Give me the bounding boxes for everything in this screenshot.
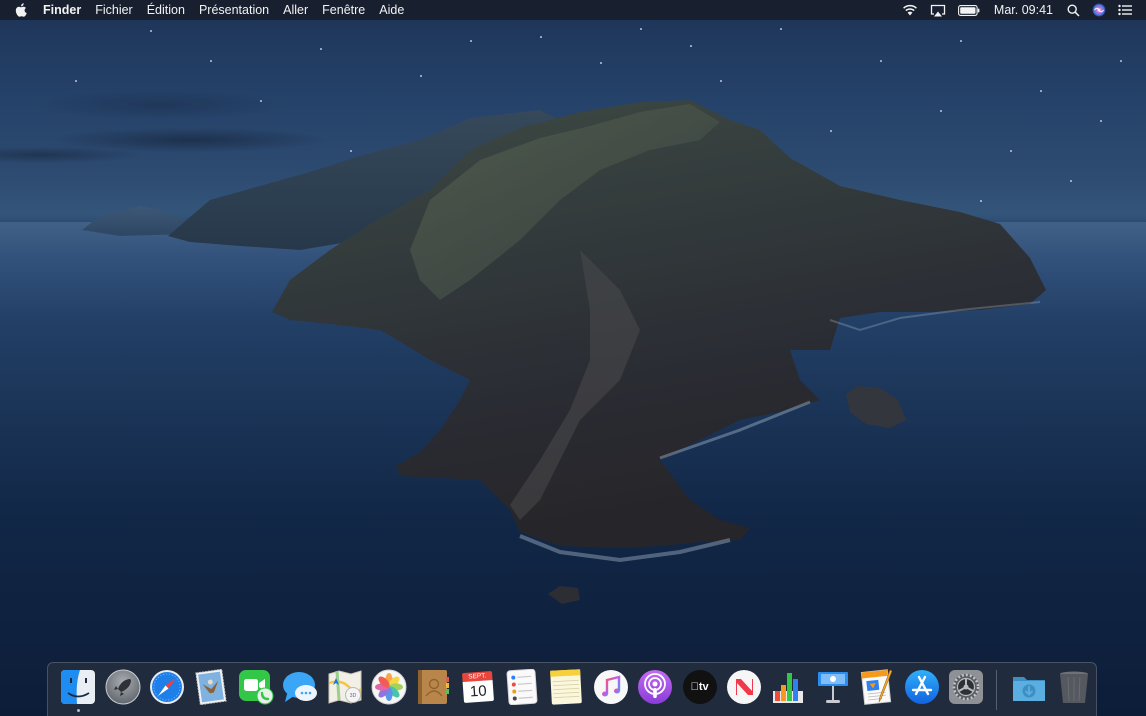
menu-bar-left: Finder Fichier Édition Présentation Alle… (0, 0, 411, 20)
dock-item-news[interactable] (722, 663, 766, 713)
app-store-icon (904, 669, 940, 705)
dock-item-notes[interactable] (544, 663, 588, 713)
dock-separator (996, 670, 998, 710)
keynote-icon (815, 669, 851, 705)
menu-bar-status: Mar. 09:41 (896, 0, 1146, 20)
dock-item-telechargements[interactable] (1007, 663, 1051, 713)
maps-icon: 3D (327, 669, 363, 705)
facetime-icon (238, 669, 274, 705)
small-rock (548, 586, 580, 604)
launchpad-icon (105, 669, 141, 705)
music-icon (593, 669, 629, 705)
dock-item-safari[interactable] (145, 663, 189, 713)
menu-finder[interactable]: Finder (36, 0, 88, 20)
dock-item-contacts[interactable] (411, 663, 455, 713)
dock-item-launchpad[interactable] (100, 663, 144, 713)
siri-icon[interactable] (1086, 0, 1112, 20)
running-indicator (76, 709, 80, 712)
mail-icon (193, 668, 229, 706)
rock-outcrop (846, 386, 906, 428)
numbers-icon (770, 669, 806, 705)
wifi-icon[interactable] (896, 0, 924, 20)
dock-item-plans[interactable]: 3D (322, 663, 366, 713)
tv-label: tv (691, 681, 709, 693)
notification-center-icon[interactable] (1112, 0, 1138, 20)
calendar-day: 10 (462, 679, 494, 704)
dock-item-calendrier[interactable]: SEPT. 10 (456, 663, 500, 713)
menu-fichier[interactable]: Fichier (88, 0, 140, 20)
trash-icon (1056, 669, 1092, 705)
system-preferences-icon (948, 669, 984, 705)
reminders-icon (504, 668, 540, 706)
wallpaper-island (82, 100, 1046, 604)
dock-item-rappels[interactable] (500, 663, 544, 713)
calendar-icon: SEPT. 10 (458, 668, 496, 706)
downloads-folder-icon (1011, 669, 1047, 705)
dock-item-app-store[interactable] (899, 663, 943, 713)
dock-item-pages[interactable] (855, 663, 899, 713)
dock-item-messages[interactable] (278, 663, 322, 713)
dock: 3D SEPT. 10 tv (47, 662, 1097, 716)
safari-icon (149, 669, 185, 705)
dock-item-podcasts[interactable] (633, 663, 677, 713)
messages-icon (282, 669, 318, 705)
dock-item-musique[interactable] (589, 663, 633, 713)
dock-item-system-preferences[interactable] (944, 663, 988, 713)
svg-text:3D: 3D (349, 693, 356, 699)
menu-bar: Finder Fichier Édition Présentation Alle… (0, 0, 1146, 20)
dock-item-numbers[interactable] (766, 663, 810, 713)
news-icon (726, 669, 762, 705)
dock-item-keynote[interactable] (811, 663, 855, 713)
menu-aller[interactable]: Aller (276, 0, 315, 20)
menu-edition[interactable]: Édition (140, 0, 192, 20)
menu-presentation[interactable]: Présentation (192, 0, 276, 20)
dock-item-finder[interactable] (56, 663, 100, 713)
podcasts-icon (637, 669, 673, 705)
menu-fenetre[interactable]: Fenêtre (315, 0, 372, 20)
apple-icon[interactable] (14, 3, 28, 17)
dock-item-facetime[interactable] (234, 663, 278, 713)
dock-item-corbeille[interactable] (1052, 663, 1096, 713)
pages-icon (859, 669, 895, 705)
notes-icon (548, 669, 584, 705)
desktop-wallpaper (0, 0, 1146, 716)
dock-item-mail[interactable] (189, 663, 233, 713)
apple-tv-icon: tv (682, 669, 718, 705)
finder-icon (60, 669, 96, 705)
menu-aide[interactable]: Aide (372, 0, 411, 20)
menu-bar-clock[interactable]: Mar. 09:41 (986, 0, 1061, 20)
battery-icon[interactable] (952, 0, 986, 20)
contacts-icon (415, 669, 451, 705)
airplay-icon[interactable] (924, 0, 952, 20)
dock-item-photos[interactable] (367, 663, 411, 713)
spotlight-search-icon[interactable] (1061, 0, 1086, 20)
photos-icon (371, 669, 407, 705)
dock-item-tv[interactable]: tv (677, 663, 721, 713)
